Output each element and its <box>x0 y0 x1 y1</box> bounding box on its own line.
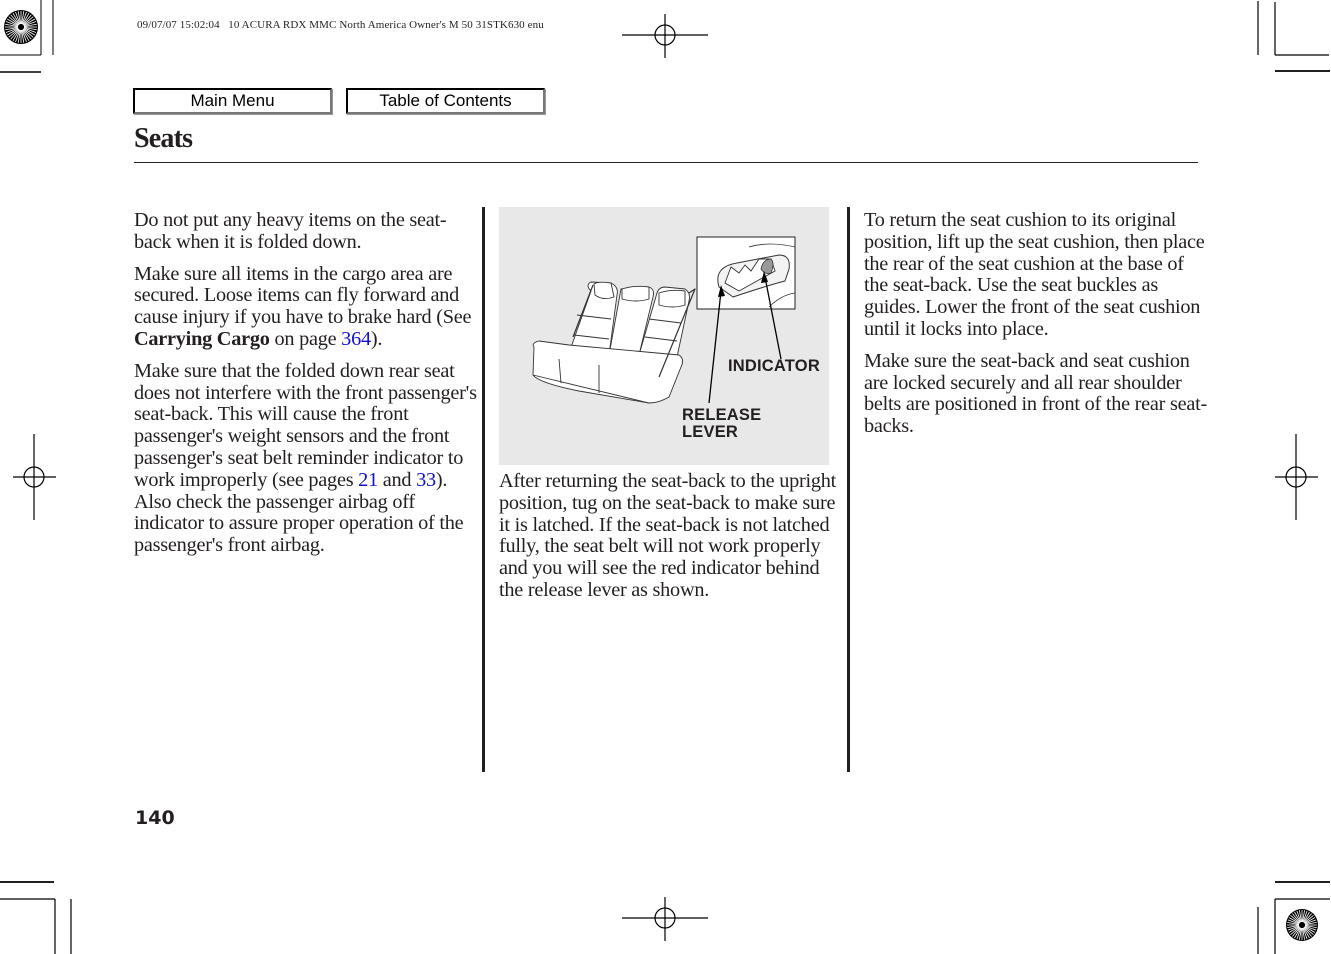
column-right: To return the seat cushion to its origin… <box>864 209 1209 448</box>
crosshair-icon <box>622 14 708 58</box>
carrying-cargo-reference: Carrying Cargo <box>134 327 270 350</box>
paragraph-locked-securely: Make sure the seat-back and seat cushion… <box>864 349 1208 438</box>
page-title: Seats <box>134 123 193 154</box>
text: and <box>377 468 417 491</box>
indicator-label: INDICATOR <box>728 357 820 375</box>
paragraph-front-passenger: Make sure that the folded down rear seat… <box>134 360 479 557</box>
inset-detail <box>696 236 796 310</box>
main-menu-button[interactable]: Main Menu <box>133 88 332 114</box>
page-link-21[interactable]: 21 <box>358 469 378 491</box>
column-divider <box>847 207 850 772</box>
registration-mark-bottom-left <box>0 881 72 954</box>
paragraph-return-cushion: To return the seat cushion to its origin… <box>864 209 1205 340</box>
registration-mark-bottom-right <box>1257 881 1330 954</box>
release-lever-label-line1: RELEASE <box>682 406 762 424</box>
starburst-icon <box>1286 909 1318 941</box>
text: Make sure all items in the cargo area ar… <box>134 262 472 329</box>
registration-mark-top-right <box>1257 1 1330 72</box>
column-middle: After returning the seat-back to the upr… <box>499 470 844 612</box>
text: on page <box>269 327 342 350</box>
page-link-33[interactable]: 33 <box>416 469 436 491</box>
page-number: 140 <box>135 807 175 829</box>
page-link-364[interactable]: 364 <box>341 328 371 350</box>
title-divider <box>134 162 1198 163</box>
column-left: Do not put any heavy items on the seat-b… <box>134 209 479 567</box>
paragraph-heavy-items: Do not put any heavy items on the seat-b… <box>134 209 447 253</box>
rear-seat-drawing <box>532 236 796 404</box>
registration-mark-top-left <box>0 0 54 73</box>
crosshair-icon <box>1275 434 1318 520</box>
release-lever-label-line2: LEVER <box>682 423 739 441</box>
column-divider <box>482 207 485 772</box>
table-of-contents-button[interactable]: Table of Contents <box>346 88 545 114</box>
paragraph-cargo: Make sure all items in the cargo area ar… <box>134 262 479 351</box>
print-slug: 09/07/07 15:02:04 10 ACURA RDX MMC North… <box>137 19 544 31</box>
text: ). <box>370 327 383 350</box>
crosshair-icon <box>13 434 56 520</box>
seat-illustration: INDICATOR RELEASE LEVER <box>499 207 829 465</box>
starburst-icon <box>4 10 38 44</box>
paragraph-latch-check: After returning the seat-back to the upr… <box>499 470 837 601</box>
crosshair-icon <box>622 897 708 941</box>
